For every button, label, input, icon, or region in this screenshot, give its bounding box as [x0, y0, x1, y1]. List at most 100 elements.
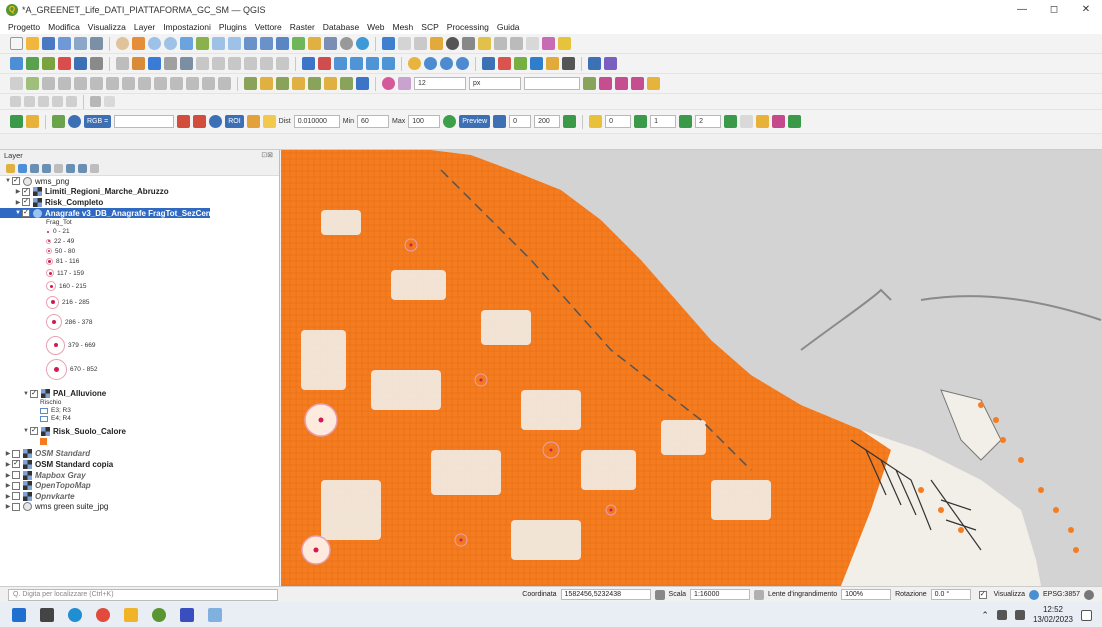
- layer-checkbox[interactable]: [12, 502, 20, 511]
- add-feature-icon[interactable]: [164, 57, 177, 70]
- save-as-icon[interactable]: [58, 37, 71, 50]
- vertex-editor-icon[interactable]: [202, 77, 215, 90]
- text-annotation-icon[interactable]: [494, 37, 507, 50]
- messages-icon[interactable]: [1084, 589, 1094, 600]
- menu-processing[interactable]: Processing: [447, 22, 489, 32]
- label-move-icon[interactable]: [350, 57, 363, 70]
- layer-checkbox[interactable]: [12, 492, 20, 501]
- menu-progetto[interactable]: Progetto: [8, 22, 40, 32]
- roi-button[interactable]: ROI: [225, 115, 244, 128]
- menu-mesh[interactable]: Mesh: [393, 22, 414, 32]
- add-ring-icon[interactable]: [122, 77, 135, 90]
- delete-ring-icon[interactable]: [170, 77, 183, 90]
- chrome-browser-icon[interactable]: [96, 607, 110, 622]
- globe-icon[interactable]: [424, 57, 437, 70]
- show-bookmarks-icon[interactable]: [324, 37, 337, 50]
- save-project-icon[interactable]: [42, 37, 55, 50]
- map-svg[interactable]: [281, 150, 1102, 586]
- network-tool-icon[interactable]: [604, 57, 617, 70]
- scp-next-a-icon[interactable]: [634, 115, 648, 128]
- snapping-icon[interactable]: [382, 77, 395, 90]
- layer-risk-completo[interactable]: ▶ ✓ Risk_Completo: [0, 197, 279, 208]
- shape-polygon-icon[interactable]: [292, 77, 305, 90]
- style-manager-icon[interactable]: [90, 37, 103, 50]
- tracing-icon[interactable]: [599, 77, 612, 90]
- scp-person-icon[interactable]: [772, 115, 786, 128]
- snapping-options-icon[interactable]: [398, 77, 411, 90]
- plugin-b-icon[interactable]: [24, 96, 35, 107]
- layer-checkbox[interactable]: ✓: [12, 460, 20, 469]
- plugin-a-icon[interactable]: [10, 96, 21, 107]
- menu-vettore[interactable]: Vettore: [255, 22, 282, 32]
- add-delimited-icon[interactable]: [58, 57, 71, 70]
- file-explorer-icon[interactable]: [124, 607, 138, 622]
- qgis-taskbar-icon[interactable]: [152, 607, 166, 622]
- temporal-icon[interactable]: [340, 37, 353, 50]
- globe-add-icon[interactable]: [440, 57, 453, 70]
- scp-add-icon[interactable]: [262, 115, 276, 128]
- refresh-icon[interactable]: [356, 37, 369, 50]
- font-size-field[interactable]: 12: [414, 77, 466, 90]
- zoom-layer-icon[interactable]: [228, 37, 241, 50]
- scp-value-1[interactable]: 0: [509, 115, 532, 128]
- chevron-down-icon[interactable]: ▼: [4, 178, 12, 184]
- layer-group-wms-png[interactable]: ▼ ✓ wms_png: [0, 176, 279, 187]
- app2-taskbar-icon[interactable]: [208, 607, 222, 622]
- layer-wms-green-suite[interactable]: ▶ wms green suite_jpg: [0, 502, 279, 513]
- digitize-icon[interactable]: [116, 57, 129, 70]
- menu-layer[interactable]: Layer: [134, 22, 155, 32]
- processing-icon[interactable]: [498, 57, 511, 70]
- scp-value-4[interactable]: 1: [650, 115, 677, 128]
- scp-doc-icon[interactable]: [740, 115, 754, 128]
- scp-folder-icon[interactable]: [756, 115, 770, 128]
- scale-field[interactable]: 1:16000: [690, 589, 751, 600]
- render-checkbox[interactable]: ✓: [978, 590, 987, 599]
- menu-impostazioni[interactable]: Impostazioni: [163, 22, 211, 32]
- scp-next-b-icon[interactable]: [679, 115, 693, 128]
- open-project-icon[interactable]: [26, 37, 39, 50]
- python-icon[interactable]: [482, 57, 495, 70]
- scp-zoom-b-icon[interactable]: [209, 115, 223, 128]
- vertex-tool-icon[interactable]: [542, 37, 555, 50]
- scp-band-icon[interactable]: [52, 115, 65, 128]
- new-map-view-icon[interactable]: [292, 37, 305, 50]
- unit-select[interactable]: px: [469, 77, 521, 90]
- layout-manager-icon[interactable]: [510, 37, 523, 50]
- expand-all-icon[interactable]: [66, 164, 75, 173]
- redo-icon[interactable]: [276, 57, 289, 70]
- zoom-native-icon[interactable]: [244, 37, 257, 50]
- self-snap-icon[interactable]: [647, 77, 660, 90]
- app-taskbar-icon[interactable]: [180, 607, 194, 622]
- layer-checkbox[interactable]: [12, 481, 20, 490]
- edit-pencil-icon[interactable]: [132, 57, 145, 70]
- grid-tool-icon[interactable]: [588, 57, 601, 70]
- graph-icon[interactable]: [562, 57, 575, 70]
- shape-star-icon[interactable]: [308, 77, 321, 90]
- layer-checkbox[interactable]: [12, 471, 20, 480]
- scp-color-a-icon[interactable]: [177, 115, 191, 128]
- rotate-icon[interactable]: [90, 77, 103, 90]
- menu-web[interactable]: Web: [367, 22, 384, 32]
- simplify-icon[interactable]: [106, 77, 119, 90]
- scp-dock-icon[interactable]: [10, 115, 23, 128]
- delete-feature-icon[interactable]: [196, 57, 209, 70]
- topology-icon[interactable]: [583, 77, 596, 90]
- menu-raster[interactable]: Raster: [290, 22, 315, 32]
- chevron-up-icon[interactable]: ⌃: [981, 610, 989, 621]
- menu-modifica[interactable]: Modifica: [48, 22, 80, 32]
- layer-anagrafe[interactable]: ▼ ✓ Anagrafe v3_DB_Anagrafe FragTot_SezC…: [0, 207, 215, 219]
- print-layout-icon[interactable]: [74, 37, 87, 50]
- chevron-right-icon[interactable]: ▶: [14, 199, 22, 206]
- add-postgis-icon[interactable]: [74, 57, 87, 70]
- chevron-down-icon[interactable]: ▼: [22, 391, 30, 397]
- rgb-combo[interactable]: [114, 115, 175, 128]
- menu-scp[interactable]: SCP: [421, 22, 438, 32]
- advanced-digitize-icon[interactable]: [10, 77, 23, 90]
- layer-opnvkarte[interactable]: ▶ Opnvkarte: [0, 491, 279, 502]
- layer-opentopomap[interactable]: ▶ OpenTopoMap: [0, 480, 279, 491]
- add-group-icon[interactable]: [18, 164, 27, 173]
- statistics-sum-icon[interactable]: [446, 37, 459, 50]
- notifications-icon[interactable]: [1081, 609, 1092, 621]
- menu-visualizza[interactable]: Visualizza: [88, 22, 126, 32]
- shape-arc-icon[interactable]: [340, 77, 353, 90]
